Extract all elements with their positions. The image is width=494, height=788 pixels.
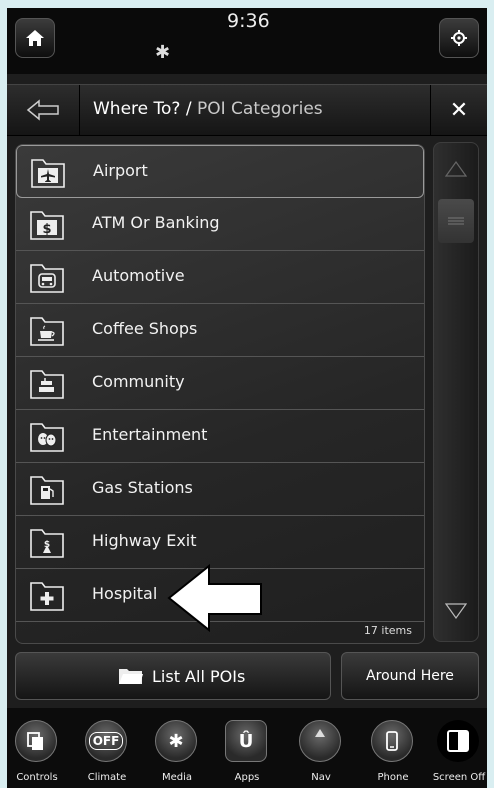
list-item-label: Community xyxy=(92,372,185,391)
climate-off-icon: OFF xyxy=(85,720,127,762)
dock-screen-off[interactable]: Screen Off xyxy=(429,714,487,788)
bottom-dock: Controls OFF Climate ✱ Media Û Apps Nav xyxy=(7,708,487,788)
theater-masks-icon xyxy=(30,423,64,452)
list-item-airport[interactable]: Airport xyxy=(16,145,424,198)
close-icon: ✕ xyxy=(449,97,469,123)
list-item-atm[interactable]: $ ATM Or Banking xyxy=(16,198,424,251)
coffee-cup-icon xyxy=(30,317,64,346)
list-item-entertainment[interactable]: Entertainment xyxy=(16,410,424,463)
dock-label: Media xyxy=(161,772,193,783)
list-item-label: Coffee Shops xyxy=(92,319,198,338)
settings-button[interactable] xyxy=(439,18,479,58)
apps-icon: Û xyxy=(225,720,267,762)
scrollbar[interactable] xyxy=(433,142,479,642)
controls-icon xyxy=(15,720,57,762)
dollar-icon: $ xyxy=(30,211,64,240)
bluetooth-icon: ✱ xyxy=(155,42,171,63)
bluetooth-icon: ✱ xyxy=(155,720,197,762)
dock-apps[interactable]: Û Apps xyxy=(217,714,277,788)
dock-label: Nav xyxy=(311,772,331,783)
list-all-label: List All POIs xyxy=(152,667,246,686)
title-main: Where To? / xyxy=(93,99,197,119)
folder-icon xyxy=(119,669,143,684)
title-sub: POI Categories xyxy=(196,99,323,119)
list-item-label: ATM Or Banking xyxy=(92,213,220,232)
list-item-community[interactable]: Community xyxy=(16,357,424,410)
car-icon xyxy=(30,264,64,293)
screen-off-icon xyxy=(437,720,479,762)
list-item-label: Highway Exit xyxy=(92,531,197,550)
grip-icon xyxy=(448,217,464,225)
around-here-button[interactable]: Around Here xyxy=(341,652,479,700)
highway-exit-icon: $ xyxy=(30,529,64,558)
scroll-down-button[interactable] xyxy=(434,585,478,637)
scroll-thumb[interactable] xyxy=(438,199,474,243)
airplane-icon xyxy=(31,159,65,188)
phone-icon xyxy=(371,720,413,762)
svg-text:$: $ xyxy=(42,222,51,237)
list-all-pois-button[interactable]: List All POIs xyxy=(15,652,331,700)
pointer-arrow-icon xyxy=(167,563,262,633)
dock-label: Screen Off xyxy=(432,772,486,783)
community-icon xyxy=(30,370,64,399)
dock-nav[interactable]: Nav xyxy=(291,714,351,788)
home-icon xyxy=(26,30,44,46)
triangle-up-icon xyxy=(445,161,467,177)
back-arrow-icon xyxy=(26,99,59,121)
dock-climate[interactable]: OFF Climate xyxy=(77,714,137,788)
back-button[interactable] xyxy=(7,85,80,135)
triangle-down-icon xyxy=(445,603,467,619)
fuel-pump-icon xyxy=(30,476,64,505)
dock-label: Controls xyxy=(16,772,58,783)
list-item-gas[interactable]: Gas Stations xyxy=(16,463,424,516)
close-button[interactable]: ✕ xyxy=(430,85,487,135)
dock-media[interactable]: ✱ Media xyxy=(147,714,207,788)
dock-label: Climate xyxy=(87,772,127,783)
list-item-label: Entertainment xyxy=(92,425,208,444)
gear-icon xyxy=(451,30,467,46)
dock-phone[interactable]: Phone xyxy=(363,714,423,788)
list-item-automotive[interactable]: Automotive xyxy=(16,251,424,304)
nav-icon xyxy=(299,720,341,762)
climate-off-text: OFF xyxy=(88,732,124,750)
list-item-label: Automotive xyxy=(92,266,185,285)
scroll-up-button[interactable] xyxy=(434,143,478,195)
home-button[interactable] xyxy=(15,18,55,58)
list-item-label: Airport xyxy=(93,161,148,180)
list-item-label: Hospital xyxy=(92,584,158,603)
status-bar: 9:36 ✱ xyxy=(7,8,487,74)
title-bar: Where To? / POI Categories ✕ xyxy=(7,84,487,136)
clock: 9:36 xyxy=(227,10,270,32)
page-title: Where To? / POI Categories xyxy=(93,99,323,119)
medical-cross-icon xyxy=(30,582,64,611)
around-here-label: Around Here xyxy=(366,668,454,684)
dock-label: Apps xyxy=(234,772,260,783)
uconnect-screen: 9:36 ✱ Where To? / POI Categories ✕ Airp… xyxy=(7,8,487,788)
list-item-coffee[interactable]: Coffee Shops xyxy=(16,304,424,357)
item-count: 17 items xyxy=(363,624,412,637)
list-item-label: Gas Stations xyxy=(92,478,193,497)
dock-label: Phone xyxy=(377,772,409,783)
dock-controls[interactable]: Controls xyxy=(7,714,67,788)
